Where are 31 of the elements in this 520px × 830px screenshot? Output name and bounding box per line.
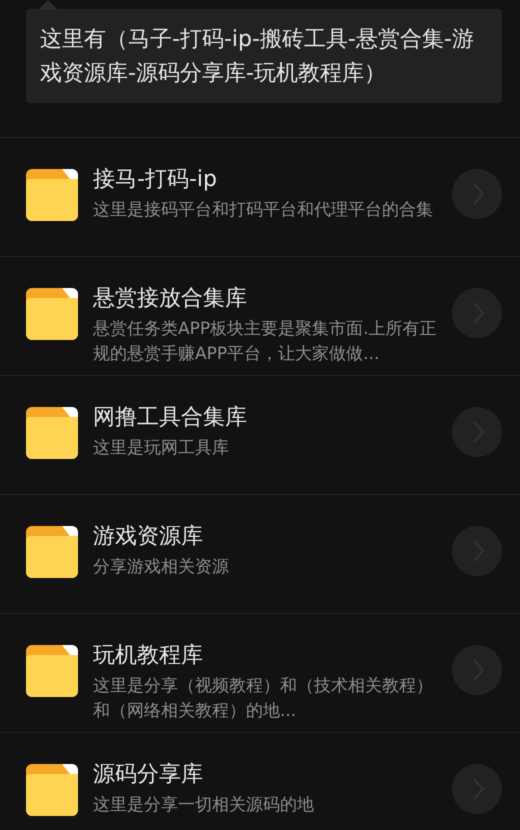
item-description: 分享游戏相关资源 xyxy=(93,556,230,579)
folder-icon xyxy=(26,526,78,578)
item-title: 游戏资源库 xyxy=(93,523,204,551)
item-title: 源码分享库 xyxy=(93,761,204,789)
item-description: 这里是分享（视频教程）和（技术相关教程）和（网络相关教程）的地... xyxy=(93,675,434,723)
item-title: 悬赏接放合集库 xyxy=(93,285,248,313)
chevron-right-icon[interactable] xyxy=(452,526,502,576)
folder-list-item[interactable]: 源码分享库 这里是分享一切相关源码的地 xyxy=(0,733,520,830)
chevron-right-icon[interactable] xyxy=(452,764,502,814)
folder-list-item[interactable]: 网撸工具合集库 这里是玩网工具库 xyxy=(0,376,520,495)
chevron-right-icon[interactable] xyxy=(452,288,502,338)
item-title: 玩机教程库 xyxy=(93,642,204,670)
folder-icon xyxy=(26,288,78,340)
folder-icon xyxy=(26,645,78,697)
item-description: 悬赏任务类APP板块主要是聚集市面.上所有正规的悬赏手赚APP平台，让大家做做... xyxy=(93,318,438,366)
folder-list-item[interactable]: 玩机教程库 这里是分享（视频教程）和（技术相关教程）和（网络相关教程）的地... xyxy=(0,614,520,733)
folder-list-item[interactable]: 接马-打码-ip 这里是接码平台和打码平台和代理平台的合集 xyxy=(0,138,520,257)
chevron-right-icon[interactable] xyxy=(452,407,502,457)
folder-icon xyxy=(26,407,78,459)
folder-icon xyxy=(26,764,78,816)
item-description: 这里是玩网工具库 xyxy=(93,437,230,460)
item-description: 这里是分享一切相关源码的地 xyxy=(93,794,315,817)
item-title: 网撸工具合集库 xyxy=(93,404,248,432)
chevron-right-icon[interactable] xyxy=(452,169,502,219)
folder-list-item[interactable]: 游戏资源库 分享游戏相关资源 xyxy=(0,495,520,614)
chevron-right-icon[interactable] xyxy=(452,645,502,695)
item-description: 这里是接码平台和打码平台和代理平台的合集 xyxy=(93,199,434,222)
item-title: 接马-打码-ip xyxy=(93,166,218,194)
folder-icon xyxy=(26,169,78,221)
tooltip-text: 这里有（马子-打码-ip-搬砖工具-悬赏合集-游戏资源库-源码分享库-玩机教程库） xyxy=(40,26,475,88)
folder-list-item[interactable]: 悬赏接放合集库 悬赏任务类APP板块主要是聚集市面.上所有正规的悬赏手赚APP平台，让大家做做... xyxy=(0,257,520,376)
